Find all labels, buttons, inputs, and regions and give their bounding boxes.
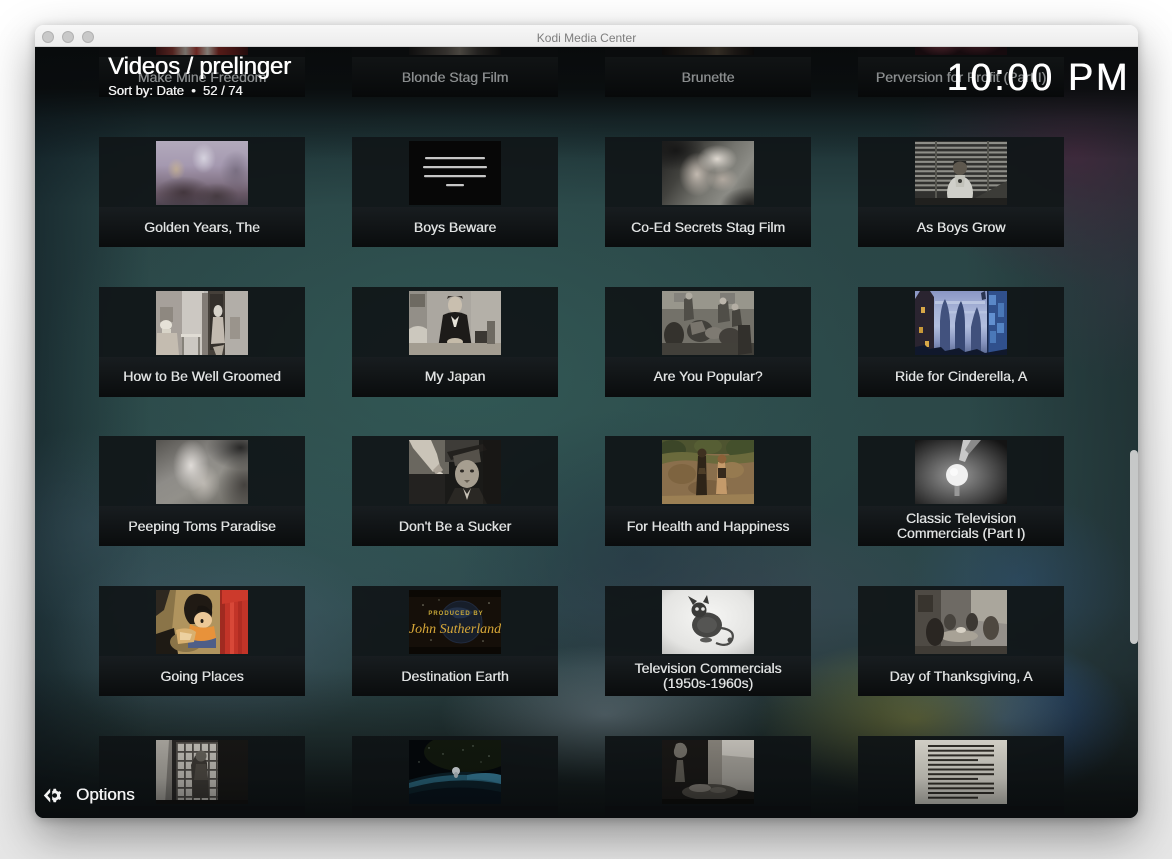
svg-text:John Sutherland: John Sutherland xyxy=(409,622,501,637)
svg-text:PRODUCED BY: PRODUCED BY xyxy=(428,611,483,617)
